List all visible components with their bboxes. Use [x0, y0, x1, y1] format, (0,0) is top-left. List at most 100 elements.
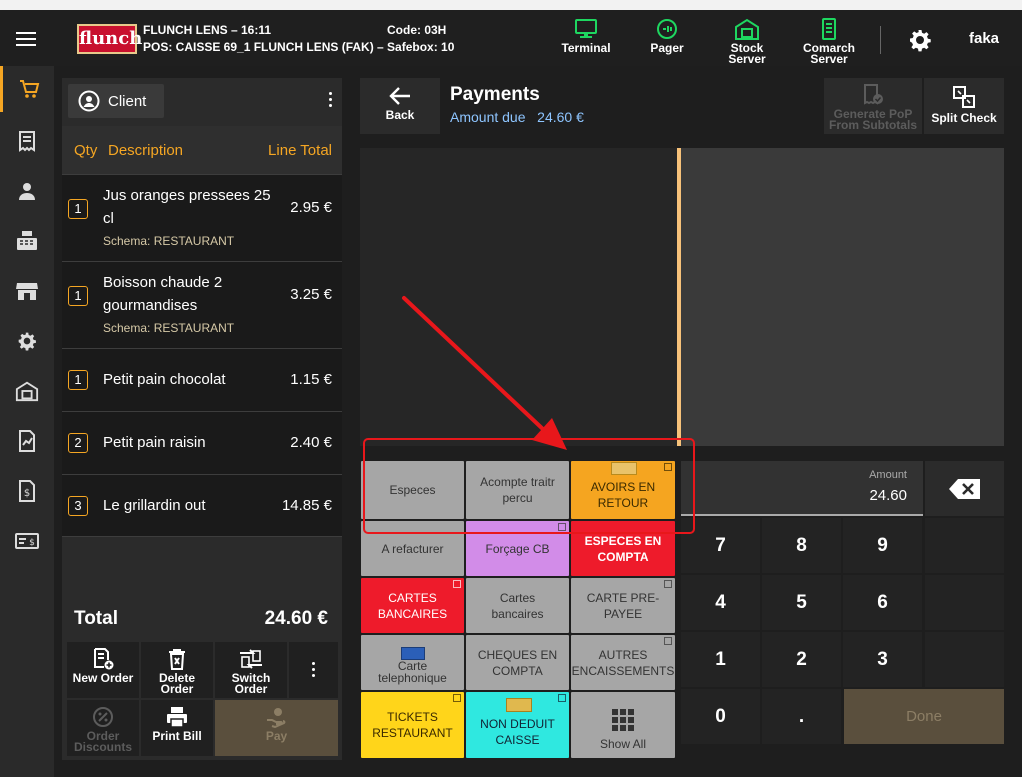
pager-button[interactable]: Pager — [641, 18, 693, 54]
invoice-dollar-icon: $ — [19, 480, 35, 502]
code-label: Code: 03H — [387, 23, 447, 37]
new-order-label: New Order — [72, 671, 134, 685]
user-name[interactable]: faka — [969, 30, 999, 47]
flunch-logo: flunch — [77, 24, 142, 54]
back-label: Back — [385, 108, 415, 122]
non-deduit-caisse-tile[interactable]: NON DEDUIT CAISSE — [466, 692, 569, 758]
amount-field[interactable]: Amount 24.60 — [681, 461, 923, 516]
stock-label-2: Server — [728, 52, 766, 66]
line-total: 2.40 € — [290, 434, 332, 451]
order-actions-more-button[interactable] — [289, 642, 338, 698]
line-schema: Schema: RESTAURANT — [103, 321, 235, 335]
done-button[interactable]: Done — [844, 689, 1004, 744]
generate-pop-button[interactable]: Generate PoP From Subtotals — [824, 78, 922, 134]
amount-value: 24.60 — [869, 487, 907, 504]
page-title: Payments — [450, 84, 540, 105]
order-line[interactable]: 3 Le grillardin out 14.85 € — [62, 474, 342, 537]
client-button[interactable]: Client — [68, 84, 164, 118]
show-all-tile[interactable]: Show All — [571, 692, 675, 758]
sidebar-item-cash[interactable]: $ — [0, 518, 54, 564]
sidebar-item-customer[interactable] — [0, 168, 54, 214]
key-5[interactable]: 5 — [762, 575, 841, 630]
sidebar-item-cart[interactable] — [0, 66, 54, 112]
split-label: Split Check — [931, 111, 997, 125]
terminal-button[interactable]: Terminal — [558, 18, 614, 54]
sidebar-item-invoice[interactable]: $ — [0, 468, 54, 514]
carte-pre-label-1: CARTE PRE- — [586, 590, 660, 605]
cartes-bancaires-tile[interactable]: CARTES BANCAIRES — [361, 578, 464, 633]
show-all-label: Show All — [599, 737, 647, 751]
order-panel: Client Qty Description Line Total 1 Jus … — [62, 78, 342, 760]
cheques-label-1: CHEQUES EN — [477, 647, 558, 662]
order-discounts-button[interactable]: Order Discounts — [67, 700, 139, 756]
payment-display-left — [360, 148, 677, 446]
autres-label-2: ENCAISSEMENTS — [571, 663, 675, 678]
grid-icon — [612, 709, 634, 731]
comarch-server-button[interactable]: Comarch Server — [800, 18, 858, 65]
arrow-left-icon — [389, 87, 410, 105]
key-4[interactable]: 4 — [681, 575, 760, 630]
cheques-compta-tile[interactable]: CHEQUES EN COMPTA — [466, 635, 569, 690]
sidebar-item-warehouse[interactable] — [0, 368, 54, 414]
line-schema: Schema: RESTAURANT — [103, 234, 235, 248]
total-value: 24.60 € — [264, 608, 328, 629]
line-desc: Petit pain raisin — [103, 434, 206, 451]
sidebar: $ $ — [0, 66, 54, 777]
key-2[interactable]: 2 — [762, 632, 841, 687]
tickets-restaurant-tile[interactable]: TICKETS RESTAURANT — [361, 692, 464, 758]
autres-encaissements-tile[interactable]: AUTRES ENCAISSEMENTS — [571, 635, 675, 690]
key-1[interactable]: 1 — [681, 632, 760, 687]
generate-label-2: From Subtotals — [828, 118, 917, 132]
pay-button[interactable]: Pay — [215, 700, 338, 756]
line-qty: 1 — [68, 286, 88, 306]
menu-icon[interactable] — [16, 32, 36, 46]
highlight-box — [363, 438, 695, 534]
carte-telephonique-tile[interactable]: Carte telephonique — [361, 635, 464, 690]
sidebar-item-reports[interactable] — [0, 418, 54, 464]
order-line[interactable]: 1 Boisson chaude 2 gourmandises Schema: … — [62, 261, 342, 348]
line-total: 14.85 € — [281, 497, 332, 514]
order-line[interactable]: 1 Jus oranges pressees 25 cl Schema: RES… — [62, 174, 342, 261]
gear-icon[interactable] — [908, 28, 932, 52]
key-3[interactable]: 3 — [843, 632, 922, 687]
amount-due-value: 24.60 € — [537, 109, 584, 125]
cartes-bancaires-alt-tile[interactable]: Cartes bancaires — [466, 578, 569, 633]
link-icon — [453, 694, 461, 702]
delete-order-button[interactable]: Delete Order — [141, 642, 213, 698]
col-description: Description — [108, 142, 184, 159]
receipt-icon — [19, 131, 35, 152]
client-label: Client — [108, 92, 147, 110]
store-line: FLUNCH LENS – 16:11 — [143, 23, 272, 37]
back-button[interactable]: Back — [360, 78, 440, 134]
key-0[interactable]: 0 — [681, 689, 760, 744]
print-bill-button[interactable]: Print Bill — [141, 700, 213, 756]
sidebar-item-register[interactable] — [0, 218, 54, 264]
monitor-icon — [575, 19, 597, 38]
switch-order-button[interactable]: Switch Order — [215, 642, 287, 698]
new-order-button[interactable]: New Order — [67, 642, 139, 698]
split-check-button[interactable]: Split Check — [924, 78, 1004, 134]
stock-server-button[interactable]: Stock Server — [722, 18, 772, 65]
key-blank-1 — [925, 518, 1004, 573]
backspace-button[interactable] — [925, 461, 1004, 516]
new-order-icon — [94, 648, 114, 670]
carte-prepayee-tile[interactable]: CARTE PRE- PAYEE — [571, 578, 675, 633]
sidebar-item-receipts[interactable] — [0, 118, 54, 164]
tickets-label-1: TICKETS — [387, 710, 438, 724]
key-9[interactable]: 9 — [843, 518, 922, 573]
autres-label-1: AUTRES — [598, 647, 648, 662]
key-blank-3 — [925, 632, 1004, 687]
key-blank-2 — [925, 575, 1004, 630]
key-8[interactable]: 8 — [762, 518, 841, 573]
key-6[interactable]: 6 — [843, 575, 922, 630]
order-line[interactable]: 1 Petit pain chocolat 1.15 € — [62, 348, 342, 411]
order-more-icon[interactable] — [329, 92, 332, 110]
tickets-label-2: RESTAURANT — [372, 726, 453, 740]
comarch-label-2: Server — [810, 52, 848, 66]
order-line[interactable]: 2 Petit pain raisin 2.40 € — [62, 411, 342, 474]
sidebar-item-store[interactable] — [0, 268, 54, 314]
key-decimal[interactable]: . — [762, 689, 841, 744]
pay-hand-icon — [266, 708, 285, 728]
sidebar-item-settings[interactable] — [0, 318, 54, 364]
cart-icon — [19, 80, 39, 98]
